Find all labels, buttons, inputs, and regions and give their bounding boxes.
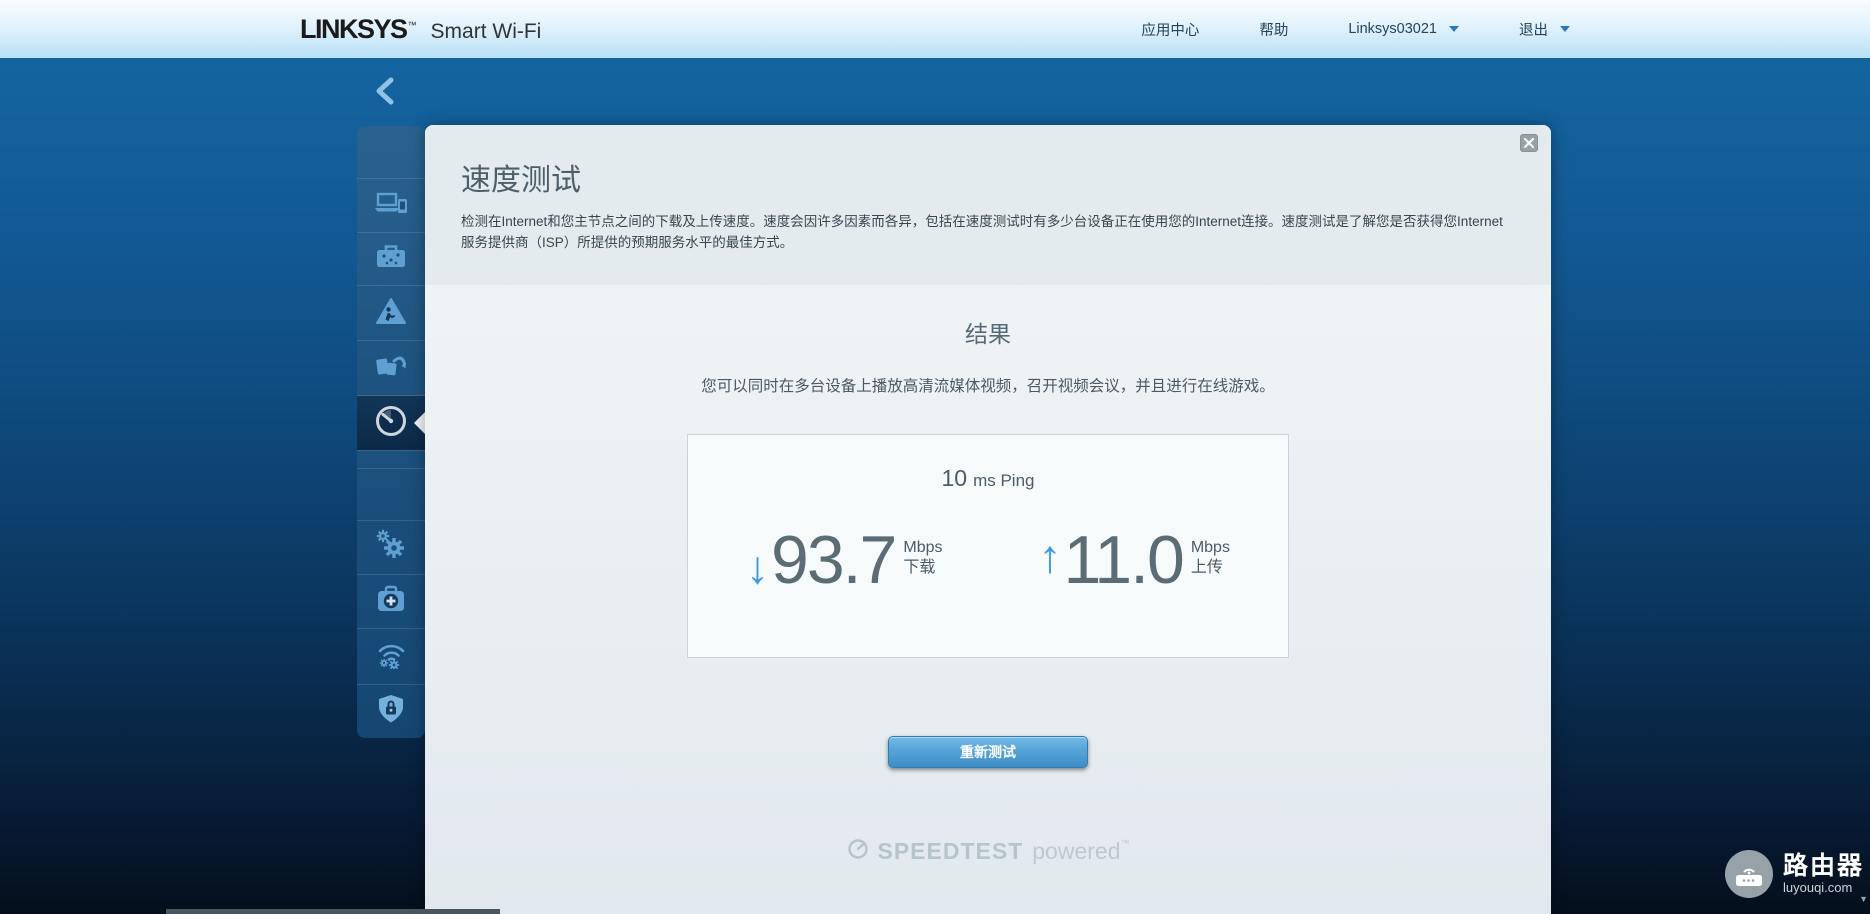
speedtest-brand-powered: powered	[1032, 838, 1121, 865]
speedtest-brand-name: SPEEDTEST	[877, 838, 1024, 865]
sidebar-item-network-map[interactable]	[357, 178, 425, 232]
horizontal-scrollbar-thumb[interactable]	[166, 909, 500, 914]
results-message: 您可以同时在多台设备上播放高清流媒体视频，召开视频会议，并且进行在线游戏。	[701, 378, 1275, 395]
upload-label: 上传	[1190, 559, 1223, 577]
nav-app-center-label: 应用中心	[1141, 22, 1200, 39]
download-unit-mbps: Mbps	[903, 538, 943, 556]
panel-header: 速度测试 检测在Internet和您主节点之间的下载及上传速度。速度会因许多因素…	[425, 125, 1551, 285]
speedometer-icon	[374, 404, 408, 443]
upload-unit-mbps: Mbps	[1190, 538, 1230, 556]
sidebar-item-speed-test[interactable]	[357, 395, 425, 450]
chevron-left-icon	[372, 77, 398, 110]
site-watermark: 路由器 luyouqi.com	[1724, 850, 1864, 898]
watermark-title: 路由器	[1782, 852, 1864, 881]
download-value: 93.7	[771, 522, 897, 599]
nav-app-center[interactable]: 应用中心	[1141, 19, 1199, 40]
ping-unit: ms Ping	[973, 471, 1035, 491]
linksys-logo: LINKSYS ™ Smart Wi-Fi	[300, 14, 541, 45]
nav-logout[interactable]: 退出	[1519, 19, 1570, 40]
media-priority-icon	[375, 352, 407, 385]
watermark-domain: luyouqi.com	[1782, 879, 1853, 895]
upload-value: 11.0	[1063, 522, 1185, 599]
download-unit: Mbps 下载	[903, 538, 942, 580]
results-box: 10 ms Ping ↓ 93.7 Mbps 下载 ↑ 11.0 Mbps 上传	[687, 434, 1289, 659]
ping-readout: 10 ms Ping	[941, 465, 1034, 492]
speed-readouts: ↓ 93.7 Mbps 下载 ↑ 11.0 Mbps 上传	[746, 526, 1230, 594]
top-nav: 应用中心 帮助 Linksys03021 退出	[1141, 19, 1570, 40]
upload-speed: ↑ 11.0 Mbps 上传	[1039, 526, 1230, 594]
sidebar	[357, 126, 425, 738]
speedtest-brand-tm: ™	[1120, 837, 1130, 848]
sidebar-spacer-top	[357, 126, 425, 178]
upload-arrow-icon: ↑	[1038, 530, 1062, 583]
sidebar-item-parental-controls[interactable]	[357, 285, 425, 340]
sidebar-divider	[357, 450, 425, 468]
nav-help-label: 帮助	[1259, 22, 1289, 39]
speedtest-brand: SPEEDTEST powered ™	[847, 838, 1130, 865]
close-button[interactable]	[1520, 134, 1538, 152]
active-item-pointer	[414, 412, 425, 434]
download-speed: ↓ 93.7 Mbps 下载	[746, 526, 942, 594]
page-description: 检测在Internet和您主节点之间的下载及上传速度。速度会因许多因素而各异，包…	[461, 214, 1503, 250]
close-icon	[1524, 136, 1534, 151]
page-title: 速度测试	[461, 164, 581, 197]
logo-primary: LINKSYS	[300, 13, 408, 44]
panel-body: 结果 您可以同时在多台设备上播放高清流媒体视频，召开视频会议，并且进行在线游戏。…	[425, 285, 1551, 865]
top-header: LINKSYS ™ Smart Wi-Fi 应用中心 帮助 Linksys030…	[0, 0, 1870, 58]
download-arrow-icon: ↓	[746, 541, 770, 594]
sidebar-item-connectivity[interactable]	[357, 520, 425, 574]
logo-secondary: Smart Wi-Fi	[430, 19, 542, 43]
sidebar-item-guest-access[interactable]	[357, 232, 425, 285]
watermark-text: 路由器 luyouqi.com	[1782, 852, 1864, 895]
chevron-down-icon	[1560, 26, 1570, 32]
sidebar-spacer-middle	[357, 468, 425, 520]
scrollbar-down-arrow-icon[interactable]: ▼	[1859, 894, 1868, 904]
logo-trademark: ™	[407, 19, 417, 30]
devices-icon	[374, 190, 408, 221]
upload-unit: Mbps 上传	[1191, 538, 1230, 580]
router-icon	[1724, 850, 1773, 898]
back-button[interactable]	[372, 76, 398, 111]
sidebar-item-security[interactable]	[357, 684, 425, 738]
speed-test-panel: 速度测试 检测在Internet和您主节点之间的下载及上传速度。速度会因许多因素…	[425, 125, 1551, 914]
sidebar-item-troubleshooting[interactable]	[357, 574, 425, 628]
nav-help[interactable]: 帮助	[1259, 19, 1288, 40]
nav-router-name-label: Linksys03021	[1348, 21, 1437, 37]
chevron-down-icon	[1449, 26, 1459, 32]
wifi-icon	[374, 639, 408, 674]
medkit-icon	[376, 585, 406, 618]
speedtest-logo-icon	[847, 838, 869, 865]
sidebar-item-media-prioritization[interactable]	[357, 340, 425, 395]
results-heading: 结果	[965, 321, 1011, 347]
gears-icon	[374, 529, 408, 566]
download-label: 下载	[903, 559, 936, 577]
shield-lock-icon	[377, 694, 405, 729]
ping-value: 10	[941, 465, 968, 492]
warning-triangle-icon	[375, 297, 407, 330]
nav-logout-label: 退出	[1519, 22, 1548, 39]
briefcase-icon	[375, 243, 407, 275]
nav-router-name[interactable]: Linksys03021	[1348, 21, 1459, 37]
sidebar-item-wireless[interactable]	[357, 628, 425, 684]
retest-button[interactable]: 重新测试	[888, 736, 1088, 769]
